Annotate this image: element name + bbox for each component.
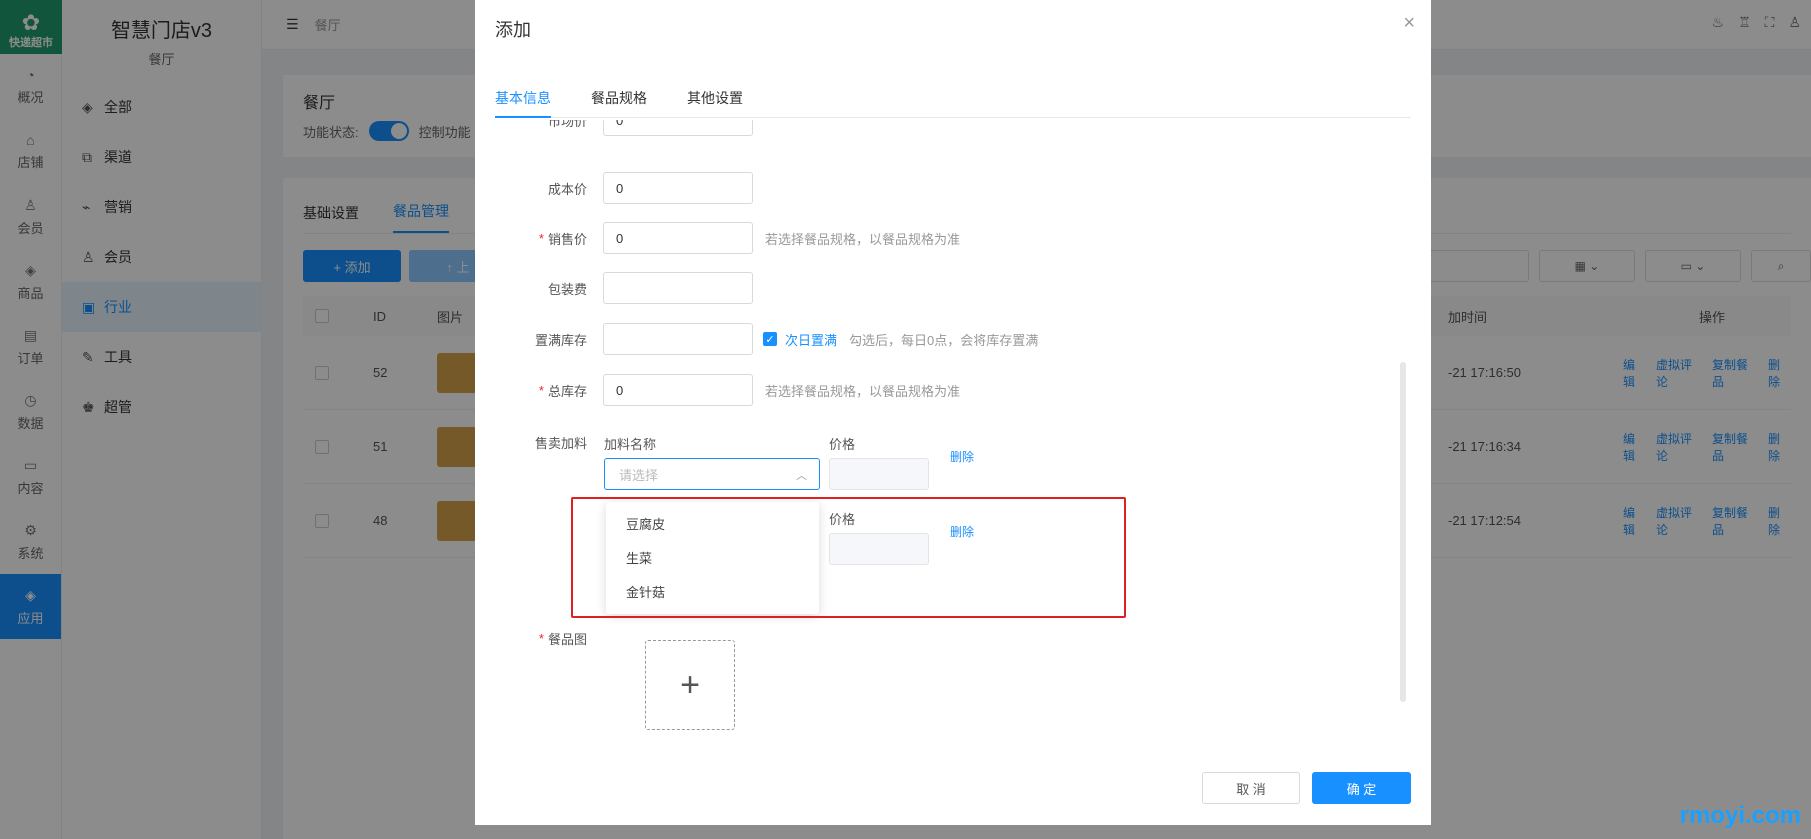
cost-price-label: 成本价	[547, 181, 587, 197]
meal-image-label: * 餐品图	[538, 630, 587, 647]
addons-label: 售卖加料	[534, 435, 587, 451]
full-stock-label: 置满库存	[534, 332, 587, 348]
tab-basic-info[interactable]: 基本信息	[495, 88, 551, 118]
market-price-label: 市场价	[547, 120, 587, 129]
sale-price-label: * 销售价	[538, 230, 587, 247]
chevron-up-icon: ︿	[796, 470, 807, 482]
tab-meal-spec[interactable]: 餐品规格	[591, 88, 647, 118]
plus-icon: +	[680, 665, 700, 704]
dialog-footer: 取 消 确 定	[475, 772, 1431, 806]
add-dialog: 添加 × 基本信息 餐品规格 其他设置 市场价 0 成本价 0 * 销售价 0 若…	[475, 0, 1431, 825]
full-stock-input[interactable]	[603, 323, 753, 355]
tab-other-settings[interactable]: 其他设置	[687, 88, 743, 118]
package-fee-label: 包装费	[547, 281, 587, 297]
addon-price-header: 价格	[829, 437, 856, 452]
addon-price-input[interactable]	[829, 458, 929, 490]
total-stock-hint: 若选择餐品规格，以餐品规格为准	[765, 383, 961, 399]
next-day-refill-label[interactable]: 次日置满	[785, 330, 837, 349]
sale-price-hint: 若选择餐品规格，以餐品规格为准	[765, 231, 961, 247]
close-icon[interactable]: ×	[1403, 12, 1415, 35]
full-stock-hint: 勾选后，每日0点，会将库存置满	[849, 332, 1039, 348]
next-day-refill-checkbox[interactable]: ✓	[763, 332, 777, 346]
cost-price-input[interactable]: 0	[603, 172, 753, 204]
addon-select[interactable]: 请选择 ︿	[604, 458, 820, 490]
total-stock-label: * 总库存	[538, 382, 587, 399]
highlight-box	[571, 497, 1126, 618]
total-stock-input[interactable]: 0	[603, 374, 753, 406]
dialog-body: 市场价 0 成本价 0 * 销售价 0 若选择餐品规格，以餐品规格为准 包装费 置…	[475, 120, 1431, 730]
dialog-scrollbar[interactable]	[1400, 362, 1406, 702]
sale-price-input[interactable]: 0	[603, 222, 753, 254]
addon-select-placeholder: 请选择	[619, 467, 659, 483]
image-upload[interactable]: +	[645, 640, 735, 730]
watermark: rmoyi.com	[1679, 802, 1801, 829]
confirm-button[interactable]: 确 定	[1312, 772, 1411, 804]
cancel-button[interactable]: 取 消	[1202, 772, 1300, 804]
package-fee-input[interactable]	[603, 272, 753, 304]
dialog-title: 添加	[495, 20, 531, 40]
addon-name-header: 加料名称	[604, 437, 657, 452]
market-price-input[interactable]: 0	[603, 120, 753, 136]
addon-delete-link[interactable]: 删除	[950, 448, 974, 465]
